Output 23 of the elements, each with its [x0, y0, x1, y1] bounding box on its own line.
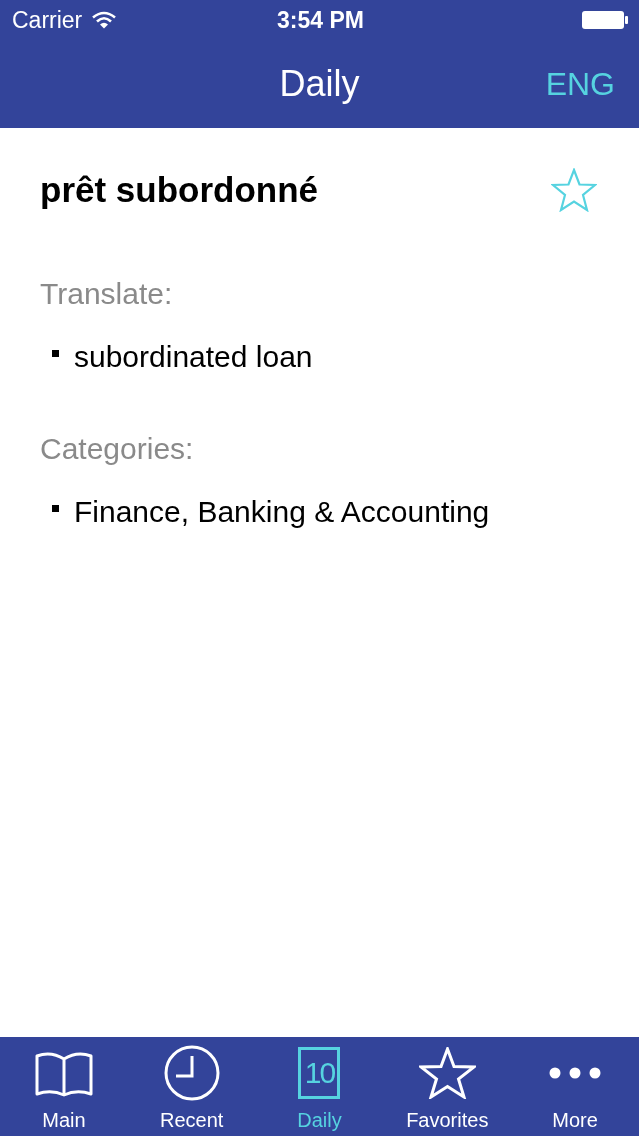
section-heading: Categories: [40, 431, 195, 467]
entry-term: prêt subordonné [40, 169, 319, 211]
more-icon [549, 1067, 602, 1079]
tab[interactable]: Recent [127, 1037, 256, 1136]
list-item-text: Finance, Banking & Accounting [74, 494, 490, 530]
clock-icon [163, 1045, 220, 1101]
tab[interactable]: Favorites [383, 1037, 512, 1136]
language-button[interactable]: ENG [545, 65, 615, 103]
status-time: 3:54 PM [277, 6, 364, 34]
star-icon [418, 1047, 476, 1099]
tab[interactable]: Main [0, 1037, 128, 1136]
battery-icon [581, 10, 629, 30]
tab[interactable]: 10 Daily [255, 1037, 384, 1136]
section-heading: Translate: [40, 276, 174, 312]
wifi-icon [92, 11, 117, 29]
bullet-icon [52, 349, 59, 357]
nav-title: Daily [279, 63, 360, 105]
bullet-icon [52, 504, 59, 512]
calendar-icon: 10 [298, 1047, 341, 1099]
favorite-star-icon[interactable] [551, 168, 597, 212]
list-item-text: subordinated loan [74, 339, 313, 375]
tab[interactable]: More [511, 1037, 639, 1136]
carrier-name: Carrier [12, 6, 83, 34]
